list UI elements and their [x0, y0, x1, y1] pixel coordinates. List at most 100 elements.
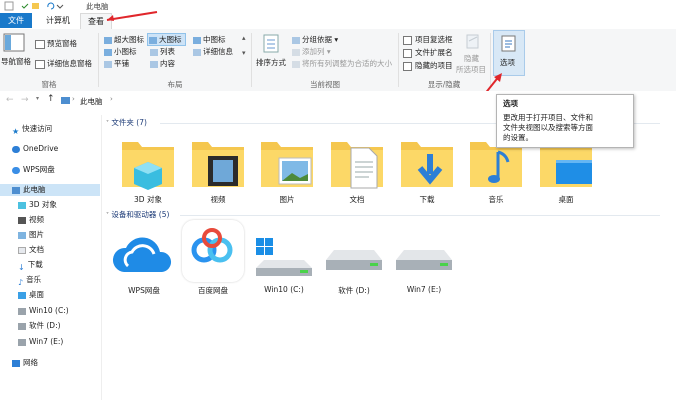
- navigation-pane: ★ 快速访问 OneDrive WPS网盘 此电脑 3D 对象 视频 图片 文档 …: [0, 115, 102, 400]
- nav-label: Win7 (E:): [29, 337, 64, 346]
- layout-details[interactable]: 详细信息: [193, 46, 233, 57]
- nav-label: 快速访问: [22, 124, 53, 133]
- drive-e-icon[interactable]: [394, 244, 454, 278]
- divider: [98, 33, 99, 87]
- nav-downloads[interactable]: ↓ 下载: [18, 259, 43, 272]
- nav-wps[interactable]: WPS网盘: [12, 164, 55, 176]
- nav-label: 软件 (D:): [29, 321, 61, 330]
- medium-label: 中图标: [203, 35, 226, 44]
- hidden-items-toggle[interactable]: 隐藏的项目: [403, 60, 453, 71]
- network-icon: [12, 359, 20, 367]
- videos-folder-icon[interactable]: [188, 132, 248, 192]
- layout-small[interactable]: 小图标: [104, 46, 137, 57]
- nav-onedrive[interactable]: OneDrive: [12, 143, 58, 155]
- add-columns-label: 添加列: [302, 47, 325, 56]
- documents-folder-icon[interactable]: [327, 132, 387, 192]
- details-label: 详细信息: [203, 47, 233, 56]
- extra-large-label: 超大图标: [114, 35, 144, 44]
- size-columns-button[interactable]: 将所有列调整为合适的大小: [292, 58, 392, 69]
- folder-label: 图片: [279, 195, 295, 204]
- layout-scroll-down-icon[interactable]: ▾: [242, 49, 246, 57]
- layout-list[interactable]: 列表: [150, 46, 175, 57]
- preview-pane-button[interactable]: 预览窗格: [35, 38, 77, 49]
- options-label: 选项: [500, 58, 515, 67]
- divider: [398, 33, 399, 87]
- layout-large[interactable]: 大图标: [147, 33, 186, 46]
- section-title: 文件夹 (7): [111, 118, 147, 127]
- nav-pane-button[interactable]: [3, 33, 31, 55]
- tab-computer[interactable]: 计算机: [36, 13, 80, 28]
- nav-label: 网络: [23, 358, 38, 367]
- nav-videos[interactable]: 视频: [18, 214, 44, 226]
- tiles-label: 平铺: [114, 59, 129, 68]
- list-label: 列表: [160, 47, 175, 56]
- drive-icon: [18, 322, 26, 330]
- layout-scroll-up-icon[interactable]: ▴: [242, 34, 246, 42]
- checkbox-icon: [403, 61, 412, 71]
- address-path: 此电脑: [80, 97, 103, 106]
- file-extensions-label: 文件扩展名: [415, 48, 453, 57]
- group-by-button[interactable]: 分组依据 ▾: [292, 34, 338, 45]
- folder-label: 视频: [210, 195, 226, 204]
- device-label: WPS网盘: [128, 286, 160, 295]
- wps-cloud-drive-icon[interactable]: [112, 226, 176, 280]
- nav-drive-c[interactable]: Win10 (C:): [18, 305, 69, 317]
- nav-label: 3D 对象: [29, 200, 57, 209]
- star-icon: ★: [12, 126, 20, 136]
- nav-music[interactable]: ♪ 音乐: [18, 274, 42, 287]
- size-columns-label: 将所有列调整为合适的大小: [302, 59, 392, 68]
- tab-file[interactable]: 文件: [0, 13, 32, 28]
- pictures-folder-icon[interactable]: [257, 132, 317, 192]
- folder-label: 桌面: [558, 195, 574, 204]
- nav-network[interactable]: 网络: [12, 357, 38, 369]
- options-button[interactable]: 选项: [493, 30, 525, 76]
- baidu-netdisk-icon[interactable]: [182, 220, 244, 282]
- list-icon: [150, 48, 158, 56]
- cloud-icon: [12, 145, 20, 153]
- nav-this-pc[interactable]: 此电脑: [0, 184, 100, 196]
- cube-icon: [18, 201, 26, 209]
- file-extensions-toggle[interactable]: 文件扩展名: [403, 47, 453, 58]
- layout-tiles[interactable]: 平铺: [104, 58, 129, 69]
- nav-documents[interactable]: 文档: [18, 244, 44, 256]
- drive-d-icon[interactable]: [324, 244, 384, 278]
- hide-selected-button[interactable]: [464, 33, 482, 53]
- device-label: 软件 (D:): [338, 286, 370, 295]
- nav-drive-e[interactable]: Win7 (E:): [18, 336, 63, 348]
- annotation-arrow: [106, 11, 158, 21]
- folders-section-header[interactable]: ˅ 文件夹 (7): [106, 117, 147, 128]
- pane-divider[interactable]: [101, 115, 102, 400]
- section-title: 设备和驱动器 (5): [111, 210, 170, 219]
- item-checkboxes-toggle[interactable]: 项目复选框: [403, 34, 453, 45]
- back-arrow-icon[interactable]: ←: [6, 95, 14, 105]
- devices-section-header[interactable]: ˅ 设备和驱动器 (5): [106, 209, 169, 220]
- item-checkboxes-label: 项目复选框: [415, 35, 453, 44]
- film-icon: [18, 216, 26, 224]
- document-icon: [18, 246, 26, 254]
- group-show-hide: 显示/隐藏: [427, 80, 461, 89]
- up-arrow-icon[interactable]: ↑: [47, 94, 55, 104]
- nav-3d-objects[interactable]: 3D 对象: [18, 199, 57, 211]
- device-label: 百度网盘: [198, 286, 228, 295]
- nav-pictures[interactable]: 图片: [18, 229, 44, 241]
- forward-arrow-icon[interactable]: →: [21, 95, 29, 105]
- layout-medium[interactable]: 中图标: [193, 34, 226, 45]
- nav-quick-access[interactable]: ★ 快速访问: [12, 123, 53, 136]
- layout-extra-large[interactable]: 超大图标: [104, 34, 144, 45]
- hidden-items-label: 隐藏的项目: [415, 61, 453, 70]
- chevron-down-icon: ˅: [106, 120, 109, 127]
- windows-drive-c-icon[interactable]: [254, 236, 314, 278]
- 3d-objects-folder-icon[interactable]: [118, 132, 178, 192]
- nav-desktop[interactable]: 桌面: [18, 289, 44, 301]
- downloads-folder-icon[interactable]: [397, 132, 457, 192]
- sort-by-button[interactable]: [262, 33, 280, 57]
- add-columns-button[interactable]: 添加列 ▾: [292, 46, 331, 57]
- recent-chevron-down-icon[interactable]: ▾: [36, 95, 39, 102]
- nav-label: 音乐: [26, 275, 42, 284]
- layout-content[interactable]: 内容: [150, 58, 175, 69]
- sort-icon: [263, 34, 279, 53]
- nav-label: OneDrive: [23, 144, 59, 153]
- nav-drive-d[interactable]: 软件 (D:): [18, 320, 61, 332]
- folder-label: 下载: [419, 195, 435, 204]
- details-pane-button[interactable]: 详细信息窗格: [35, 58, 92, 69]
